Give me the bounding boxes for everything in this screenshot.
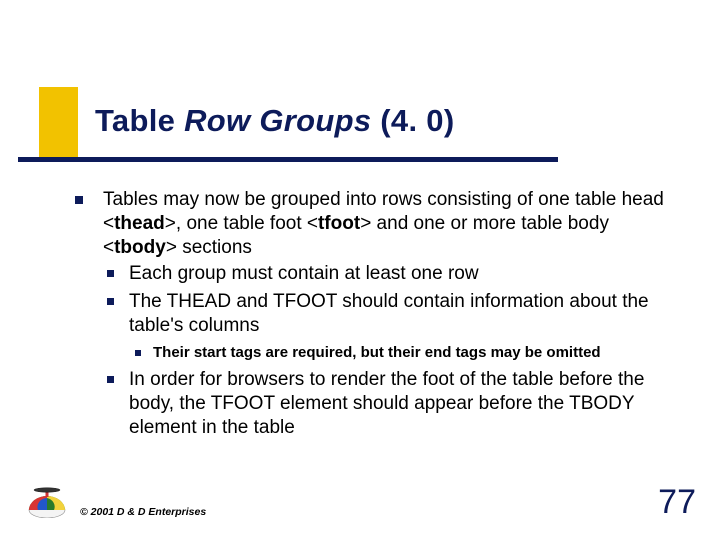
title-accent-block	[39, 87, 78, 157]
slide-title: Table Row Groups (4. 0)	[95, 103, 454, 139]
bullet-l1-1: Tables may now be grouped into rows cons…	[75, 188, 675, 440]
keyword-tbody: tbody	[114, 237, 166, 258]
title-part2: (4. 0)	[371, 103, 454, 138]
bullet-l2-2: The THEAD and TFOOT should contain infor…	[103, 290, 675, 362]
title-part1: Table	[95, 103, 184, 138]
keyword-tfoot: tfoot	[318, 213, 360, 234]
keyword-thead: thead	[114, 213, 165, 234]
text: > sections	[166, 237, 252, 258]
title-italic: Row Groups	[184, 103, 371, 138]
text: >, one table foot <	[165, 213, 318, 234]
slide: Table Row Groups (4. 0) Tables may now b…	[0, 0, 720, 540]
bullet-l2-1: Each group must contain at least one row	[103, 262, 675, 286]
page-number: 77	[658, 483, 696, 522]
propeller-hat-icon	[24, 482, 70, 518]
bullet-l2-3: In order for browsers to render the foot…	[103, 368, 675, 439]
slide-body: Tables may now be grouped into rows cons…	[75, 188, 675, 444]
copyright-text: © 2001 D & D Enterprises	[80, 506, 206, 518]
bullet-l3-1: Their start tags are required, but their…	[129, 344, 675, 363]
title-underline	[18, 157, 558, 162]
